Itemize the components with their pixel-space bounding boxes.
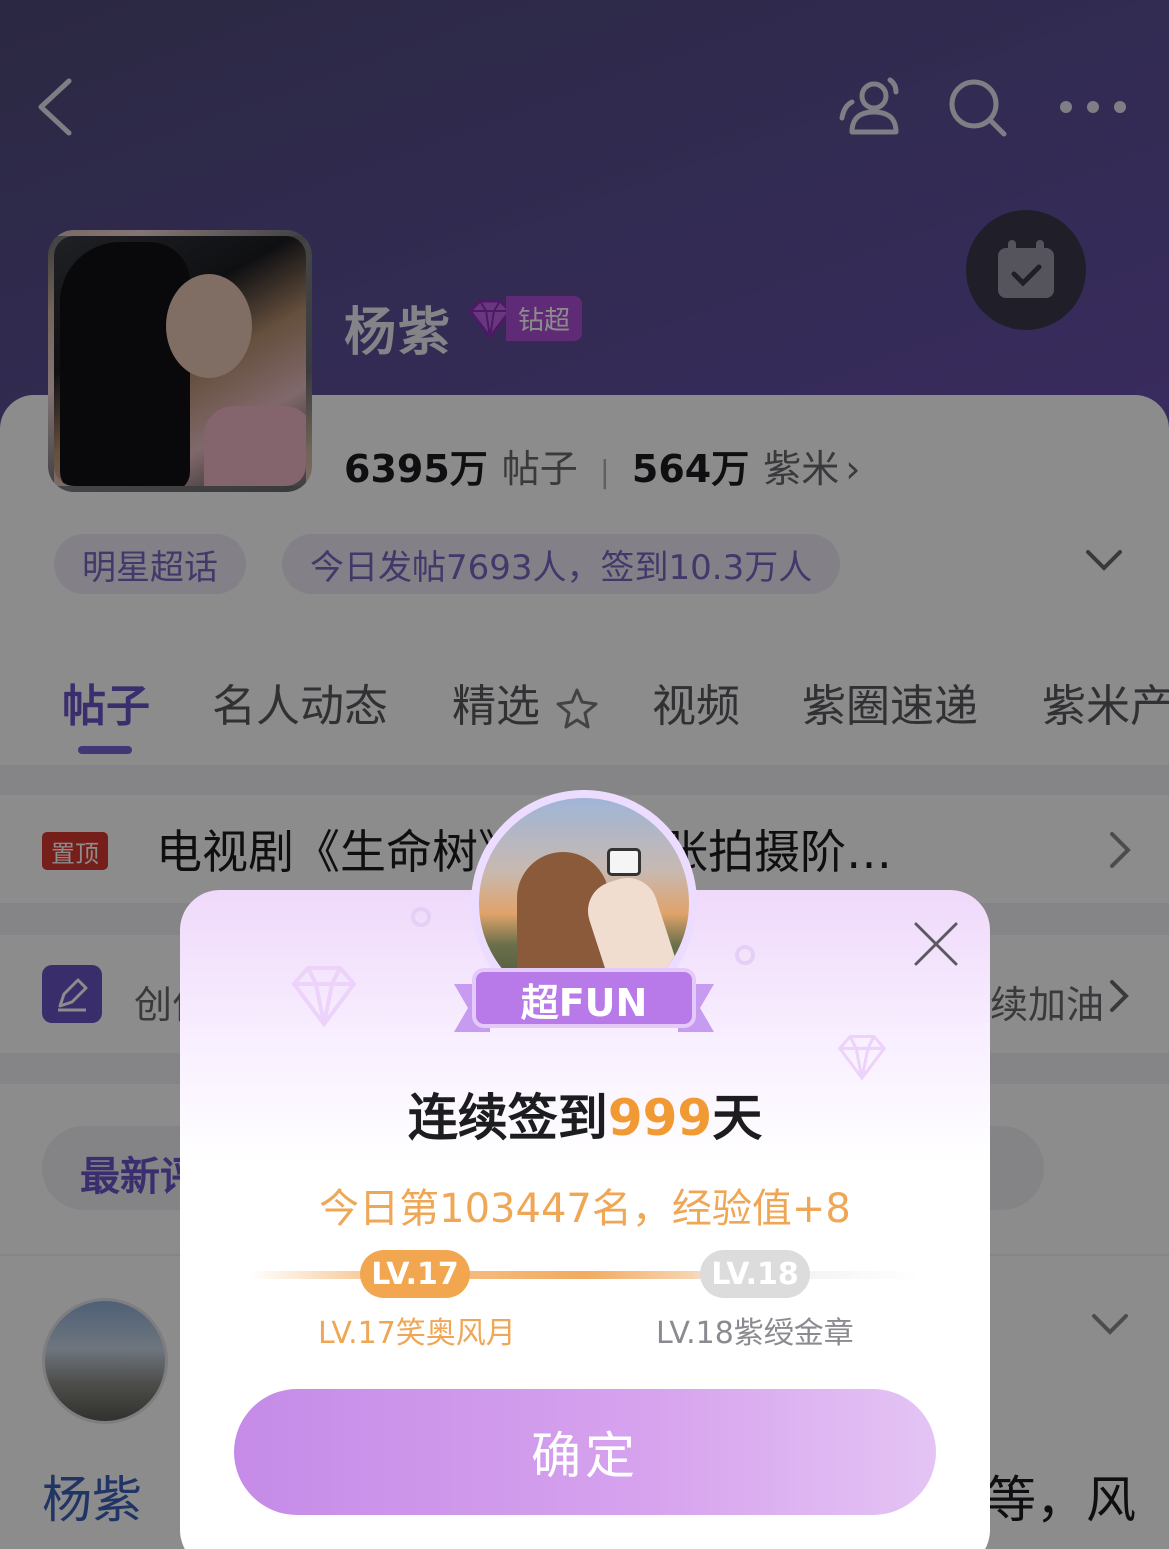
- diamond-icon: [291, 966, 357, 1028]
- current-level-badge: LV.17: [360, 1250, 470, 1298]
- streak-days: 999: [607, 1089, 713, 1147]
- circle-decoration: [411, 907, 431, 927]
- next-level-badge: LV.18: [700, 1250, 810, 1298]
- rank-exp-text: 今日第103447名，经验值+8: [319, 1186, 851, 1232]
- close-icon[interactable]: [910, 918, 962, 970]
- circle-decoration: [735, 945, 755, 965]
- dialog-title: 连续签到999天: [180, 1078, 990, 1150]
- ribbon-label: 超FUN: [520, 981, 648, 1025]
- level-progress-bar: [250, 1271, 920, 1279]
- confirm-button[interactable]: 确定: [234, 1389, 936, 1515]
- next-level-name: LV.18紫绶金章: [656, 1316, 854, 1351]
- diamond-icon: [837, 1034, 887, 1081]
- title-prefix: 连续签到: [407, 1089, 608, 1147]
- title-suffix: 天: [712, 1089, 763, 1147]
- current-level-name: LV.17笑奥风月: [318, 1316, 516, 1351]
